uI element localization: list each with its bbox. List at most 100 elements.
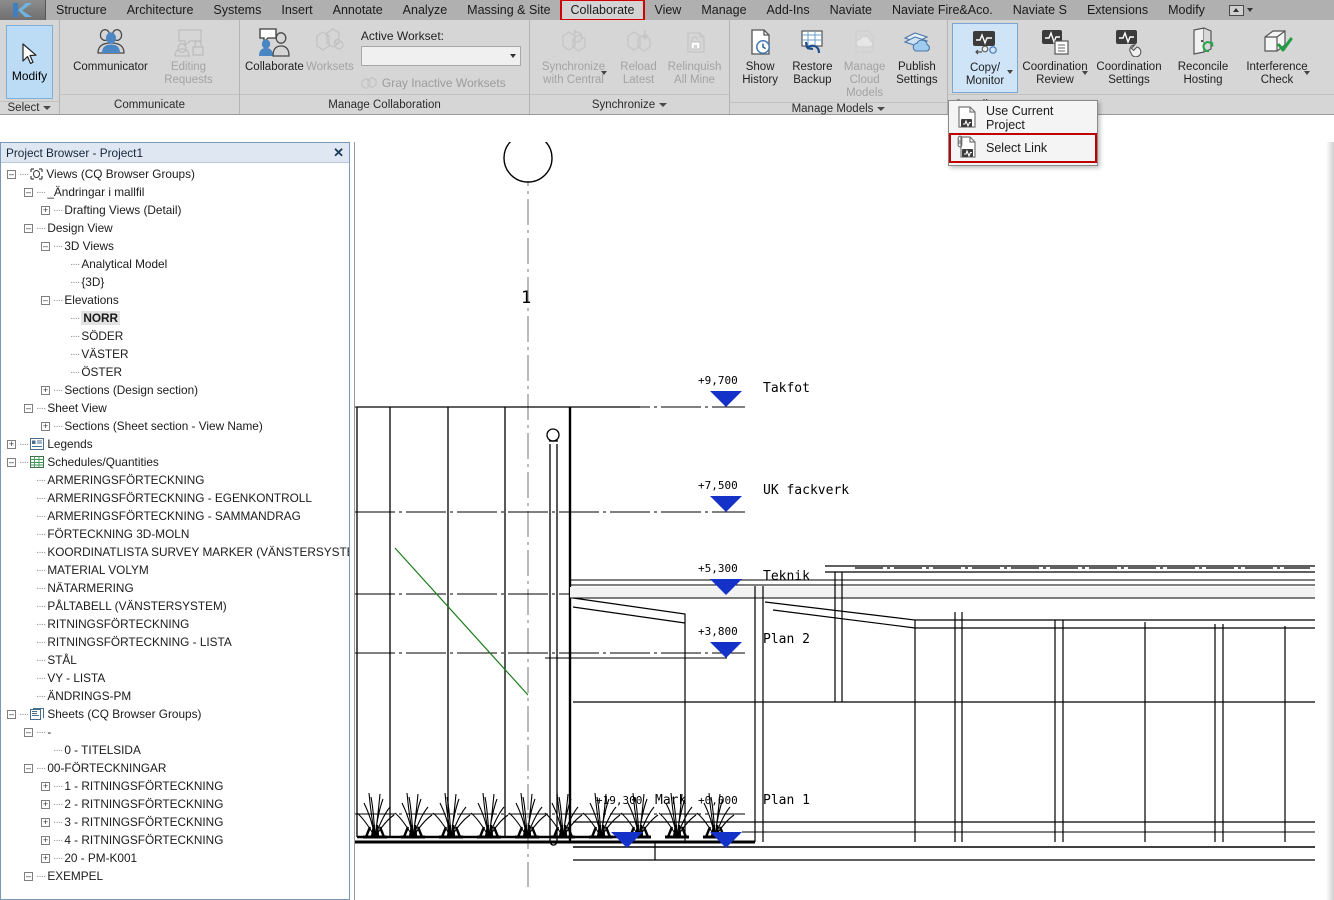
tree-node[interactable]: +····Legends [1, 435, 349, 453]
tree-node[interactable]: ····SÖDER [1, 327, 349, 345]
gray-inactive-worksets-checkbox[interactable]: Gray Inactive Worksets [361, 76, 521, 90]
ribbon-tab-modify[interactable]: Modify [1158, 0, 1215, 20]
revit-logo[interactable] [0, 0, 46, 20]
show-history-button[interactable]: Show History [734, 23, 786, 93]
modify-button[interactable]: Modify [6, 25, 53, 99]
tree-node[interactable]: –····Sheets (CQ Browser Groups) [1, 705, 349, 723]
chevron-down-icon[interactable] [1007, 70, 1013, 74]
ribbon-tab-massing-site[interactable]: Massing & Site [457, 0, 560, 20]
tree-node[interactable]: +····Drafting Views (Detail) [1, 201, 349, 219]
collapse-icon[interactable]: – [41, 296, 50, 305]
collapse-icon[interactable]: – [24, 224, 33, 233]
tree-node[interactable]: –····Views (CQ Browser Groups) [1, 165, 349, 183]
expand-icon[interactable]: + [41, 818, 50, 827]
chevron-down-icon[interactable] [1082, 71, 1088, 75]
ribbon-tab-architecture[interactable]: Architecture [117, 0, 204, 20]
tree-node[interactable]: –····_Ändringar i mallfil [1, 183, 349, 201]
coordination-settings-button[interactable]: Coordination Settings [1092, 23, 1166, 93]
ribbon-tab-analyze[interactable]: Analyze [393, 0, 457, 20]
tree-node[interactable]: ····FÖRTECKNING 3D-MOLN [1, 525, 349, 543]
collapse-icon[interactable]: – [7, 710, 16, 719]
editing-requests-button[interactable]: Editing Requests [152, 23, 226, 93]
active-workset-select[interactable] [361, 46, 521, 66]
communicator-button[interactable]: Communicator [74, 23, 148, 93]
tree-node[interactable]: ····MATERIAL VOLYM [1, 561, 349, 579]
tree-node[interactable]: ····STÅL [1, 651, 349, 669]
ribbon-tab-extensions[interactable]: Extensions [1077, 0, 1158, 20]
tree-node[interactable]: +····Sections (Design section) [1, 381, 349, 399]
copy-monitor-button[interactable]: Copy/ Monitor [952, 23, 1018, 93]
panel-label-select[interactable]: Select [0, 101, 59, 114]
tree-node[interactable]: ····VY - LISTA [1, 669, 349, 687]
tree-node[interactable]: ····VÄSTER [1, 345, 349, 363]
collapse-icon[interactable]: – [24, 728, 33, 737]
collapse-icon[interactable]: – [24, 404, 33, 413]
tree-node[interactable]: –····EXEMPEL [1, 867, 349, 885]
ribbon-tab-manage[interactable]: Manage [691, 0, 756, 20]
tree-node[interactable]: +····2 - RITNINGSFÖRTECKNING [1, 795, 349, 813]
tree-node[interactable]: ····{3D} [1, 273, 349, 291]
tree-node[interactable]: ····KOORDINATLISTA SURVEY MARKER (VÄNSTE… [1, 543, 349, 561]
worksets-button[interactable]: Worksets [305, 23, 355, 93]
collapse-icon[interactable]: – [41, 242, 50, 251]
ribbon-tab-structure[interactable]: Structure [46, 0, 117, 20]
tree-node[interactable]: ····0 - TITELSIDA [1, 741, 349, 759]
collapse-icon[interactable]: – [7, 458, 16, 467]
tree-node[interactable]: ····PÅLTABELL (VÄNSTERSYSTEM) [1, 597, 349, 615]
tree-node[interactable]: –····Design View [1, 219, 349, 237]
tree-node[interactable]: ····ARMERINGSFÖRTECKNING - SAMMANDRAG [1, 507, 349, 525]
collaborate-button[interactable]: Collaborate [244, 23, 305, 93]
menu-item-select-link[interactable]: Select Link [949, 133, 1097, 163]
collapse-icon[interactable]: – [7, 170, 16, 179]
tree-node[interactable]: –····3D Views [1, 237, 349, 255]
ribbon-tab-naviate-s[interactable]: Naviate S [1003, 0, 1077, 20]
ribbon-tab-annotate[interactable]: Annotate [323, 0, 393, 20]
close-icon[interactable]: ✕ [333, 146, 344, 159]
tree-node[interactable]: +····3 - RITNINGSFÖRTECKNING [1, 813, 349, 831]
tree-node[interactable]: ····Analytical Model [1, 255, 349, 273]
tree-node[interactable]: ····RITNINGSFÖRTECKNING [1, 615, 349, 633]
chevron-down-icon[interactable] [601, 71, 607, 75]
publish-settings-button[interactable]: Publish Settings [891, 23, 943, 93]
interference-check-button[interactable]: Interference Check [1240, 23, 1314, 93]
collapse-icon[interactable]: – [24, 764, 33, 773]
tree-node[interactable]: +····4 - RITNINGSFÖRTECKNING [1, 831, 349, 849]
collapse-icon[interactable]: – [24, 872, 33, 881]
ribbon-tab-view[interactable]: View [644, 0, 691, 20]
tree-node[interactable]: –····- [1, 723, 349, 741]
expand-icon[interactable]: + [41, 206, 50, 215]
ribbon-tab-naviate-fire-aco[interactable]: Naviate Fire&Aco. [882, 0, 1003, 20]
collapse-icon[interactable]: – [24, 188, 33, 197]
tree-node[interactable]: +····1 - RITNINGSFÖRTECKNING [1, 777, 349, 795]
tree-node[interactable]: –····Sheet View [1, 399, 349, 417]
tree-node[interactable]: ····NÄTARMERING [1, 579, 349, 597]
reload-latest-button[interactable]: Reload Latest [611, 23, 667, 93]
synchronize-with-central-button[interactable]: Synchronize with Central [537, 23, 611, 93]
menu-item-use-current-project[interactable]: Use Current Project [949, 103, 1097, 133]
tree-node[interactable]: ····RITNINGSFÖRTECKNING - LISTA [1, 633, 349, 651]
tree-node[interactable]: ····ÖSTER [1, 363, 349, 381]
project-browser-tree[interactable]: –····Views (CQ Browser Groups)–····_Ändr… [1, 163, 349, 899]
expand-icon[interactable]: + [41, 854, 50, 863]
tree-node[interactable]: ····ÄNDRINGS-PM [1, 687, 349, 705]
ribbon-tab-systems[interactable]: Systems [203, 0, 271, 20]
restore-backup-button[interactable]: Restore Backup [786, 23, 838, 93]
tree-node[interactable]: –····Elevations [1, 291, 349, 309]
panel-label-manage-models[interactable]: Manage Models [730, 102, 947, 115]
expand-icon[interactable]: + [41, 800, 50, 809]
tree-node[interactable]: ····ARMERINGSFÖRTECKNING - EGENKONTROLL [1, 489, 349, 507]
ribbon-minimize-control[interactable] [1221, 0, 1261, 20]
ribbon-tab-add-ins[interactable]: Add-Ins [757, 0, 820, 20]
ribbon-tab-insert[interactable]: Insert [271, 0, 322, 20]
tree-node[interactable]: ····NORR [1, 309, 349, 327]
expand-icon[interactable]: + [41, 782, 50, 791]
ribbon-tab-naviate[interactable]: Naviate [820, 0, 882, 20]
ribbon-tab-collaborate[interactable]: Collaborate [561, 0, 645, 20]
expand-icon[interactable]: + [41, 386, 50, 395]
chevron-down-icon[interactable] [1304, 71, 1310, 75]
tree-node[interactable]: +····Sections (Sheet section - View Name… [1, 417, 349, 435]
reconcile-hosting-button[interactable]: Reconcile Hosting [1166, 23, 1240, 93]
coordination-review-button[interactable]: Coordination Review [1018, 23, 1092, 93]
tree-node[interactable]: +····20 - PM-K001 [1, 849, 349, 867]
tree-node[interactable]: –····Schedules/Quantities [1, 453, 349, 471]
